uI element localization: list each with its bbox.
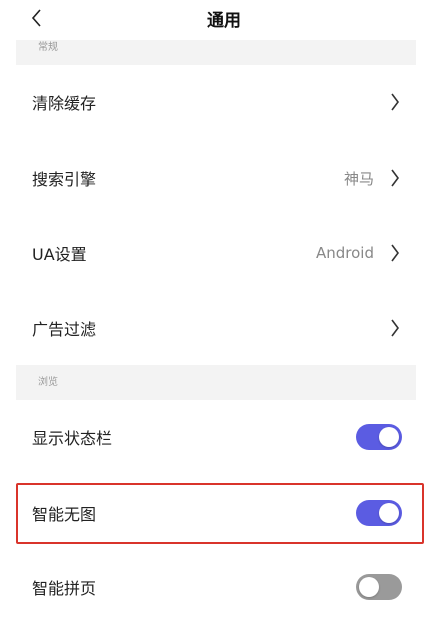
setting-label: 智能无图 bbox=[32, 505, 97, 524]
setting-label: 显示状态栏 bbox=[32, 429, 113, 448]
setting-smart-page-merge: 智能拼页 bbox=[16, 550, 416, 624]
page-title: 通用 bbox=[207, 11, 241, 31]
toggle-switch[interactable] bbox=[356, 424, 402, 450]
setting-label: UA设置 bbox=[32, 245, 87, 264]
setting-search-engine[interactable]: 搜索引擎 神马 bbox=[16, 141, 416, 215]
setting-label: 搜索引擎 bbox=[32, 170, 97, 189]
chevron-right-icon bbox=[388, 91, 402, 113]
header: 通用 bbox=[0, 0, 448, 40]
toggle-switch[interactable] bbox=[356, 500, 402, 526]
setting-label: 广告过滤 bbox=[32, 320, 97, 339]
section-header-general: 常规 bbox=[16, 40, 416, 65]
chevron-right-icon bbox=[388, 242, 402, 264]
toggle-switch[interactable] bbox=[356, 574, 402, 600]
toggle-knob bbox=[379, 427, 399, 447]
setting-show-status-bar: 显示状态栏 bbox=[16, 400, 416, 474]
setting-label: 智能拼页 bbox=[32, 579, 97, 598]
chevron-right-icon bbox=[388, 317, 402, 339]
chevron-right-icon bbox=[388, 167, 402, 189]
setting-label: 清除缓存 bbox=[32, 94, 97, 113]
setting-value: Android bbox=[316, 244, 374, 262]
setting-clear-cache[interactable]: 清除缓存 bbox=[16, 65, 416, 139]
setting-value: 神马 bbox=[343, 169, 374, 188]
toggle-knob bbox=[359, 577, 379, 597]
setting-smart-no-image: 智能无图 bbox=[16, 476, 416, 550]
setting-ad-filter[interactable]: 广告过滤 bbox=[16, 291, 416, 365]
section-header-browse: 浏览 bbox=[16, 365, 416, 400]
setting-ua[interactable]: UA设置 Android bbox=[16, 216, 416, 290]
toggle-knob bbox=[379, 503, 399, 523]
